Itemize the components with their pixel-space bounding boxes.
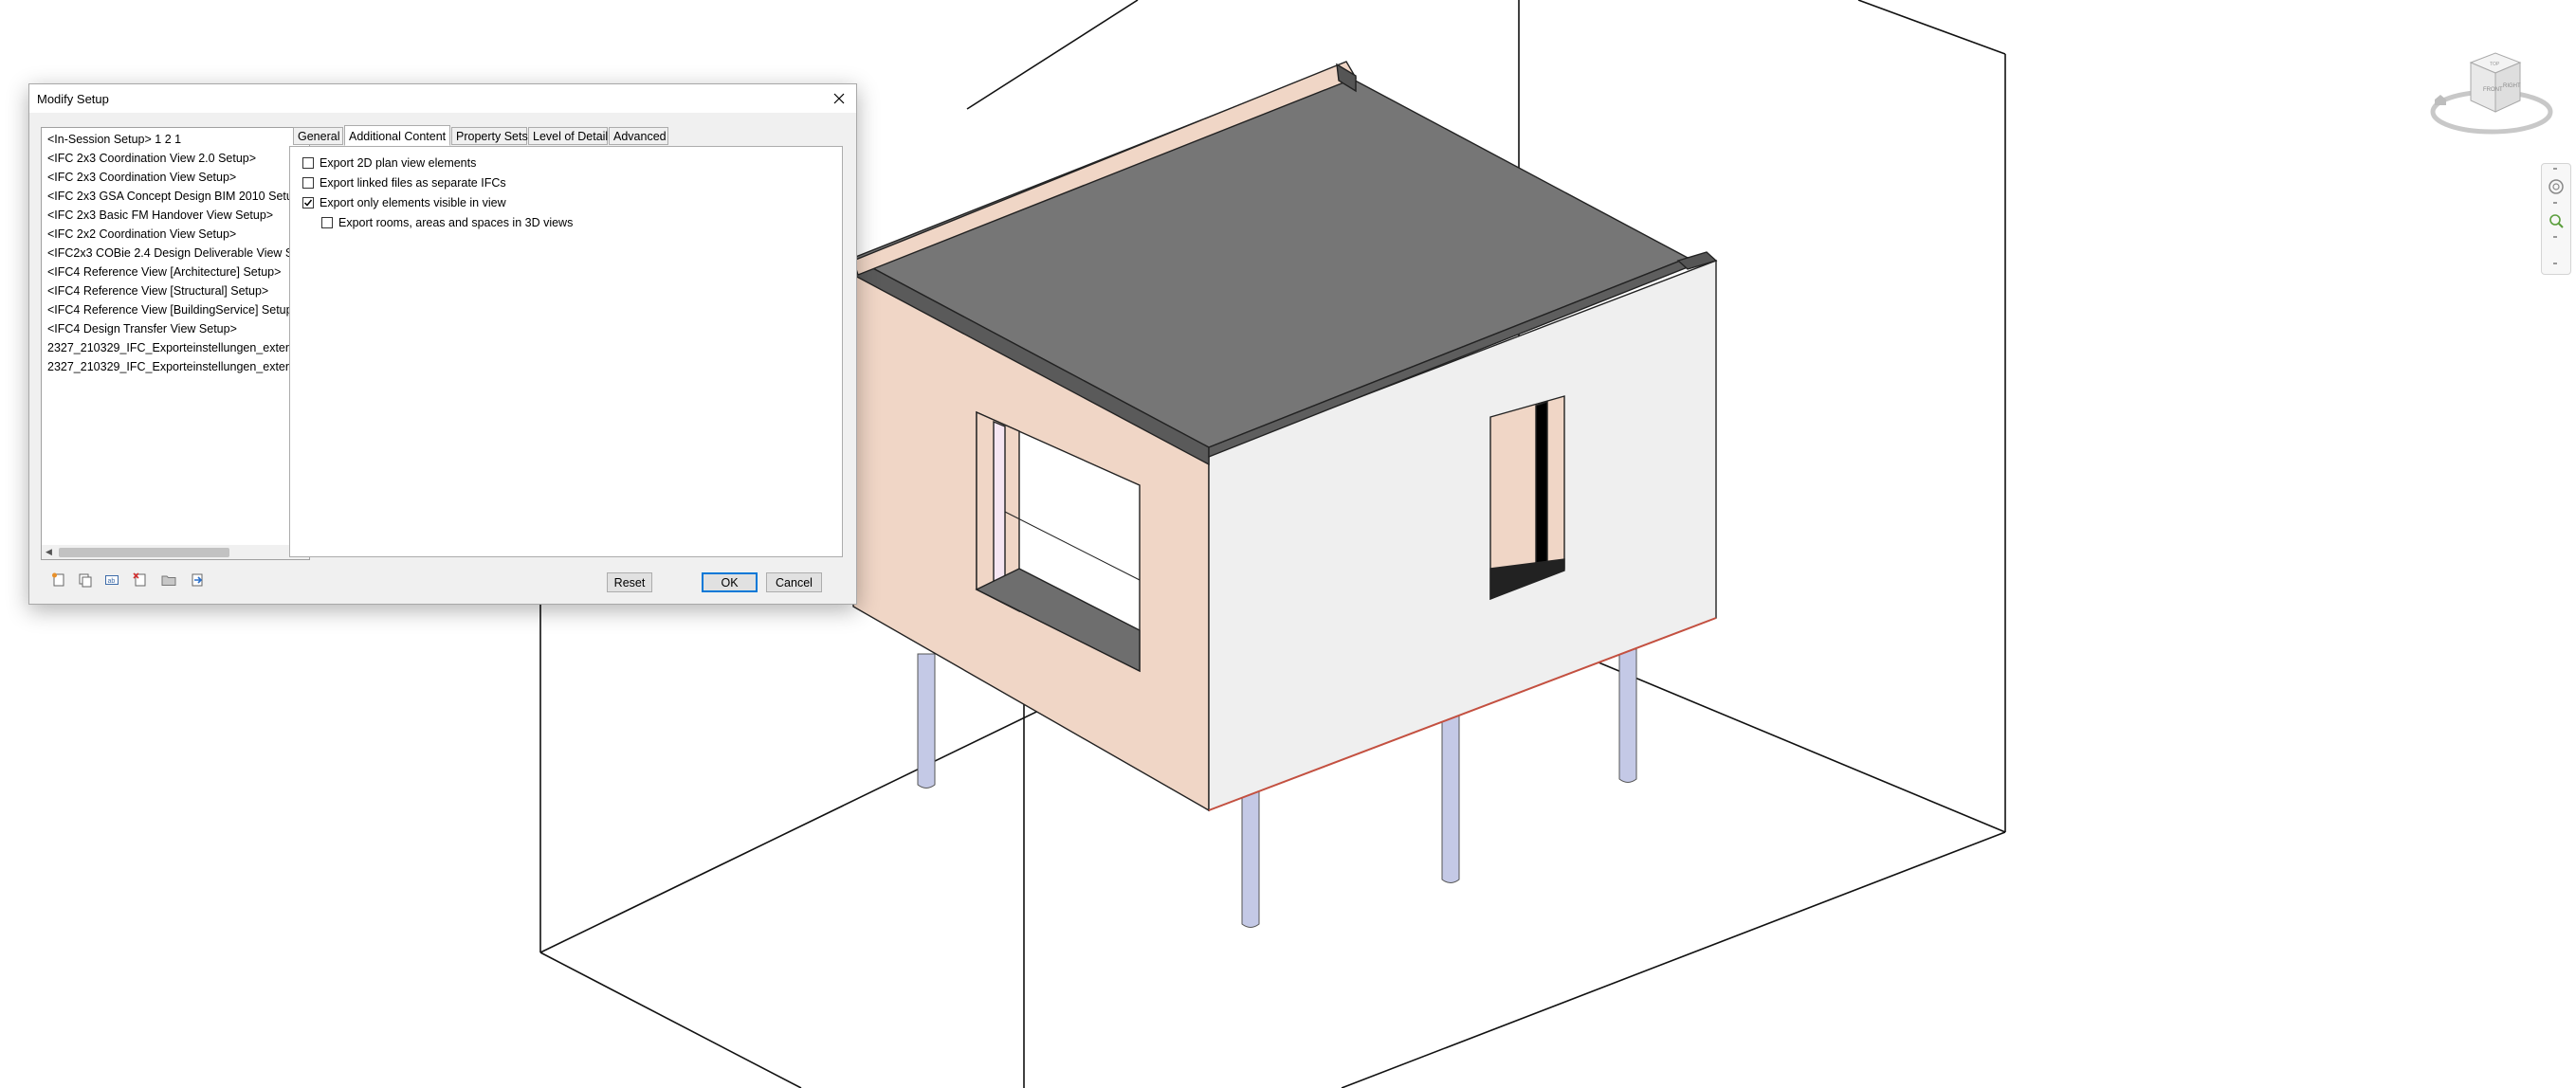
steering-wheel-icon[interactable]	[2547, 177, 2566, 196]
export-linked-files-checkbox[interactable]	[302, 177, 314, 189]
scrollbar-thumb[interactable]	[59, 548, 229, 557]
tab-level-of-detail[interactable]: Level of Detail	[528, 127, 608, 145]
zoom-dropdown[interactable]	[2553, 236, 2557, 238]
close-button[interactable]	[828, 87, 850, 110]
zoom-icon[interactable]	[2547, 211, 2566, 230]
export-setup-icon[interactable]	[187, 570, 208, 590]
rename-setup-icon[interactable]: ab	[101, 570, 122, 590]
tab-advanced[interactable]: Advanced	[609, 127, 668, 145]
additional-content-panel: Export 2D plan view elements Export link…	[289, 146, 843, 557]
svg-text:ab: ab	[108, 578, 116, 585]
setup-list-item[interactable]: 2327_210329_IFC_Exporteinstellungen_exte…	[47, 357, 309, 376]
modify-setup-dialog: Modify Setup <In-Session Setup> 1 2 1 <I…	[28, 83, 857, 605]
setup-list-item[interactable]: <In-Session Setup> 1 2 1	[47, 130, 309, 149]
export-2d-plan-checkbox[interactable]	[302, 157, 314, 169]
option-export-rooms[interactable]: Export rooms, areas and spaces in 3D vie…	[321, 215, 573, 230]
setup-list-item[interactable]: <IFC4 Reference View [BuildingService] S…	[47, 300, 309, 319]
checkmark-icon	[303, 199, 313, 207]
option-label: Export only elements visible in view	[320, 196, 506, 209]
navbar-grip[interactable]	[2553, 168, 2557, 170]
setup-list-item[interactable]: <IFC 2x3 GSA Concept Design BIM 2010 Set…	[47, 187, 309, 206]
tab-additional-content[interactable]: Additional Content	[344, 125, 450, 146]
tab-property-sets[interactable]: Property Sets	[451, 127, 528, 145]
new-setup-icon[interactable]	[48, 570, 69, 590]
export-visible-only-checkbox[interactable]	[302, 197, 314, 209]
option-export-linked-files[interactable]: Export linked files as separate IFCs	[302, 175, 506, 190]
view-cube[interactable]: FRONT RIGHT TOP	[2429, 47, 2558, 152]
setup-list[interactable]: <In-Session Setup> 1 2 1 <IFC 2x3 Coordi…	[41, 127, 310, 560]
setup-list-item[interactable]: 2327_210329_IFC_Exporteinstellungen_exte…	[47, 338, 309, 357]
setup-list-item[interactable]: <IFC4 Reference View [Architecture] Setu…	[47, 263, 309, 281]
setup-list-item[interactable]: <IFC 2x3 Coordination View 2.0 Setup>	[47, 149, 309, 168]
viewcube-top-label[interactable]: TOP	[2490, 62, 2500, 67]
option-label: Export linked files as separate IFCs	[320, 176, 506, 190]
navigation-bar	[2541, 163, 2571, 275]
setup-list-item[interactable]: <IFC4 Reference View [Structural] Setup>	[47, 281, 309, 300]
option-label: Export rooms, areas and spaces in 3D vie…	[338, 216, 574, 229]
delete-setup-icon[interactable]	[130, 570, 151, 590]
ok-button[interactable]: OK	[702, 572, 758, 592]
import-setup-icon[interactable]	[158, 570, 179, 590]
setup-list-item[interactable]: <IFC 2x3 Coordination View Setup>	[47, 168, 309, 187]
export-rooms-checkbox[interactable]	[321, 217, 333, 228]
setup-list-item[interactable]: <IFC4 Design Transfer View Setup>	[47, 319, 309, 338]
cancel-button[interactable]: Cancel	[766, 572, 822, 592]
setup-list-item[interactable]: <IFC2x3 COBie 2.4 Design Deliverable Vie…	[47, 244, 309, 263]
duplicate-setup-icon[interactable]	[75, 570, 96, 590]
dialog-title-bar[interactable]: Modify Setup	[29, 84, 856, 113]
steering-wheel-dropdown[interactable]	[2553, 202, 2557, 204]
reset-button[interactable]: Reset	[607, 572, 652, 592]
setup-list-item[interactable]: <IFC 2x3 Basic FM Handover View Setup>	[47, 206, 309, 225]
viewcube-home-icon[interactable]	[2435, 95, 2446, 105]
dialog-title: Modify Setup	[37, 92, 109, 106]
scroll-left-icon[interactable]: ◀	[42, 545, 56, 559]
viewcube-right-label[interactable]: RIGHT	[2503, 83, 2521, 89]
tab-general[interactable]: General	[293, 127, 343, 145]
setup-list-item[interactable]: <IFC 2x2 Coordination View Setup>	[47, 225, 309, 244]
list-horizontal-scrollbar[interactable]: ◀ ▶	[42, 545, 309, 559]
option-export-visible-only[interactable]: Export only elements visible in view	[302, 195, 506, 210]
viewcube-front-label[interactable]: FRONT	[2483, 87, 2503, 93]
option-label: Export 2D plan view elements	[320, 156, 477, 170]
navbar-options[interactable]	[2553, 263, 2557, 264]
option-export-2d-plan[interactable]: Export 2D plan view elements	[302, 155, 476, 171]
close-icon	[833, 93, 845, 104]
building-model	[851, 61, 1718, 812]
